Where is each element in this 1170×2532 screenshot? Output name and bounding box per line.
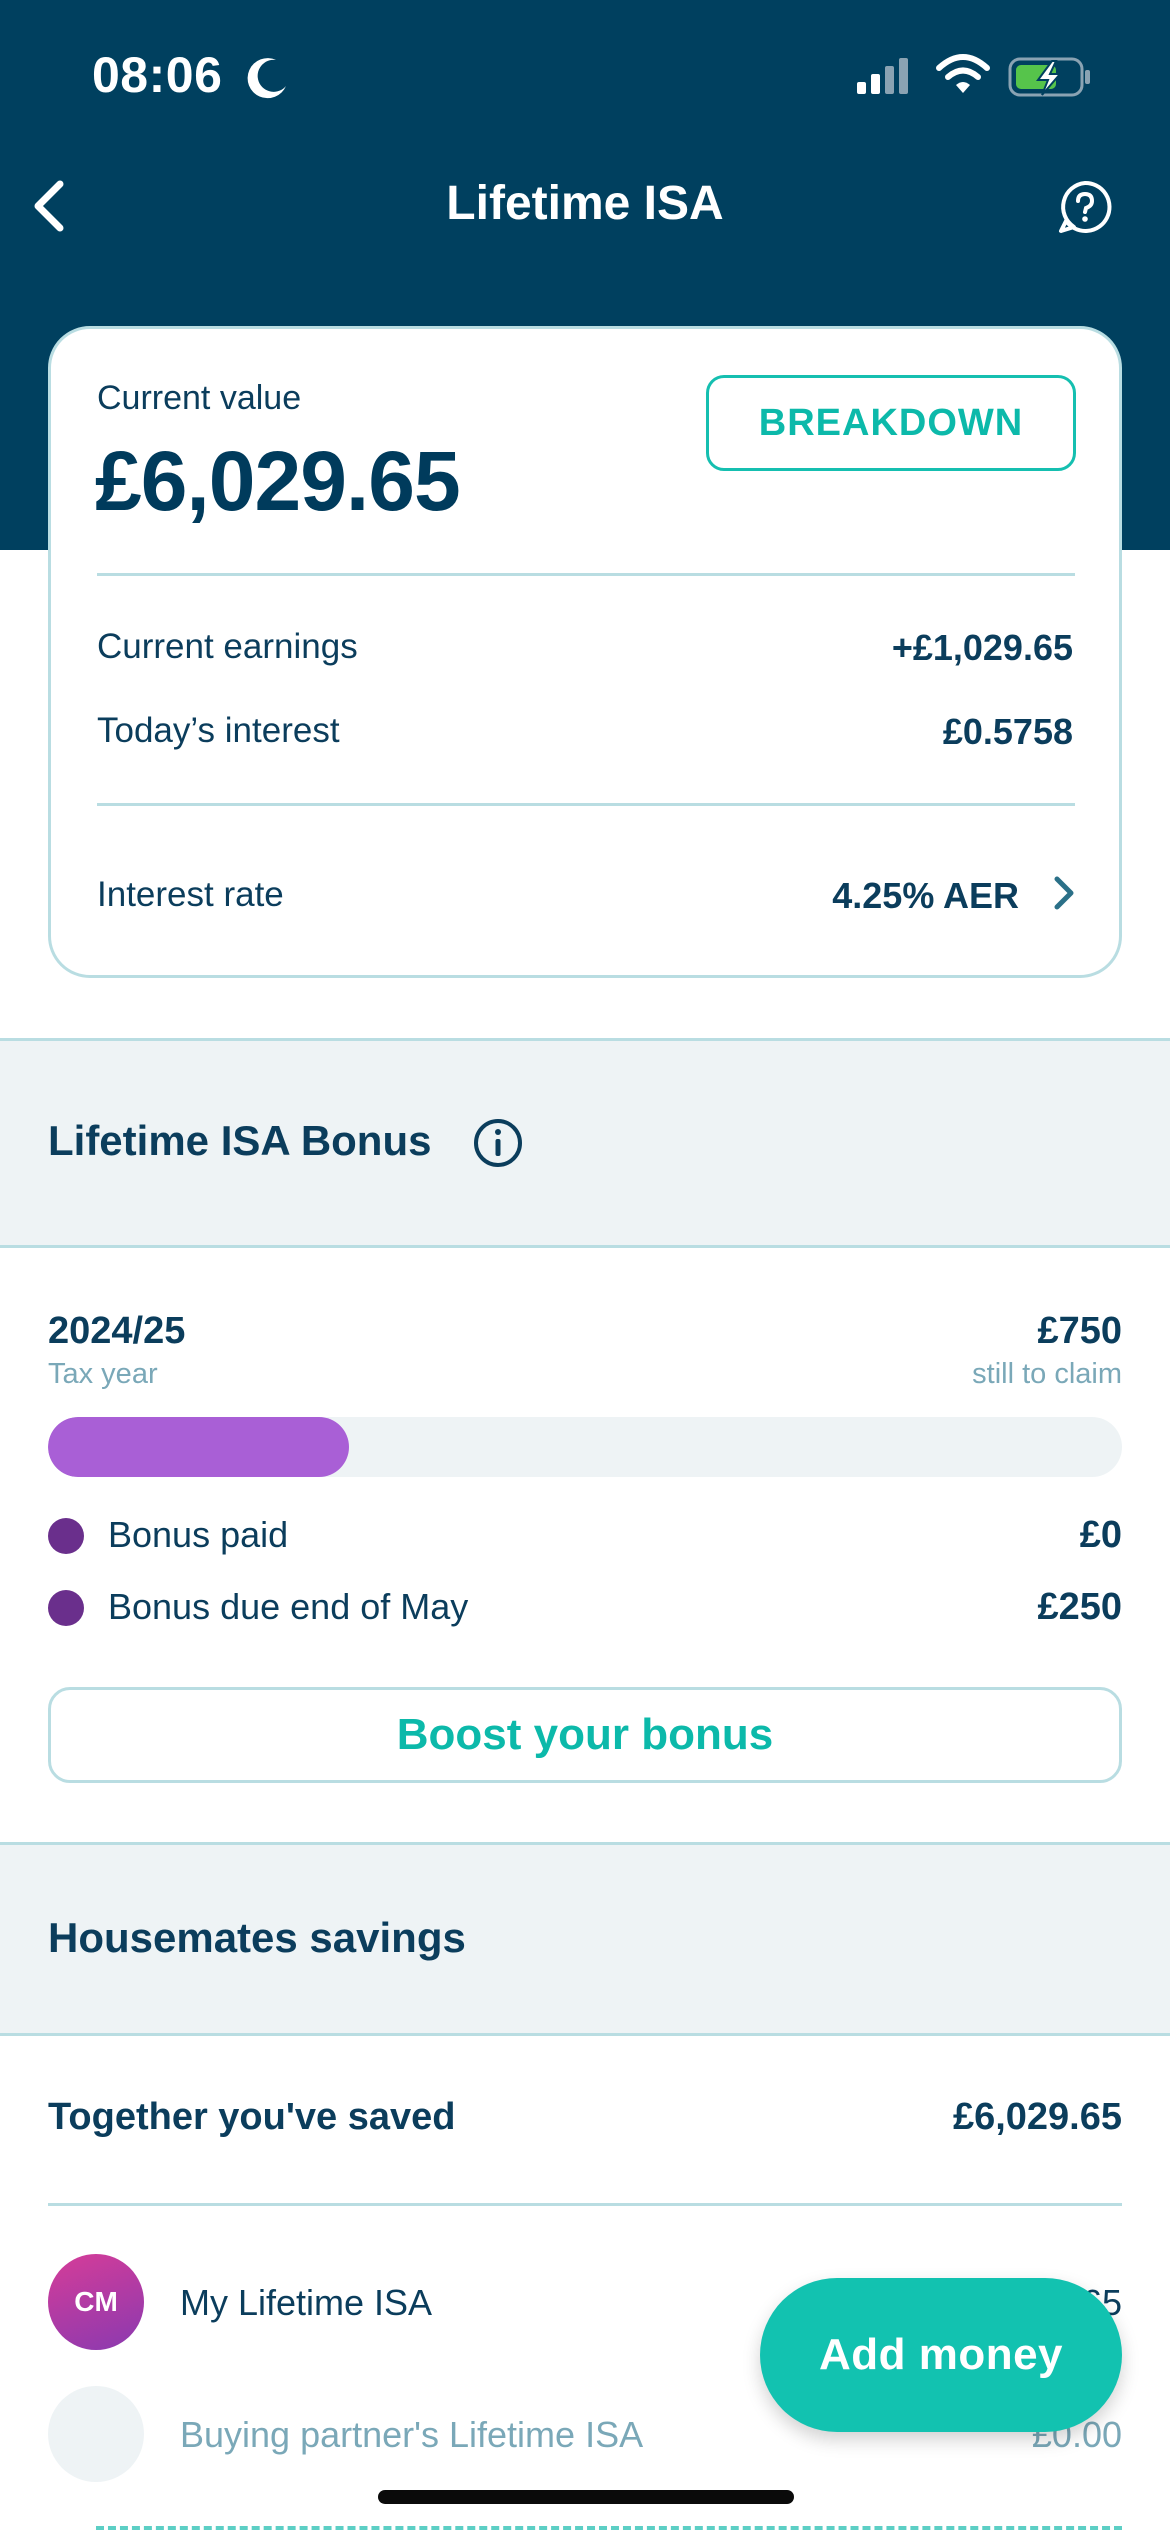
still-to-claim-label: still to claim xyxy=(972,1358,1122,1390)
boost-bonus-button[interactable]: Boost your bonus xyxy=(48,1687,1122,1783)
home-indicator[interactable] xyxy=(378,2490,794,2504)
together-saved-value: £6,029.65 xyxy=(952,2096,1122,2138)
bonus-paid-dot xyxy=(48,1518,84,1554)
battery-charging-icon xyxy=(1008,57,1090,97)
card-divider xyxy=(97,803,1075,806)
status-time: 08:06 xyxy=(92,47,223,103)
tax-year: 2024/25 xyxy=(48,1310,186,1352)
info-icon[interactable] xyxy=(472,1117,524,1169)
cellular-signal-icon xyxy=(857,58,908,94)
together-saved-label: Together you've saved xyxy=(48,2096,456,2138)
bonus-progress-bar xyxy=(48,1417,1122,1477)
still-to-claim-value: £750 xyxy=(1037,1310,1122,1352)
bonus-paid-value: £0 xyxy=(1079,1514,1122,1556)
tax-year-label: Tax year xyxy=(48,1358,158,1390)
housemates-section-title: Housemates savings xyxy=(48,1914,466,1961)
card-divider xyxy=(97,573,1075,576)
moon-icon xyxy=(247,58,286,99)
interest-rate-label: Interest rate xyxy=(97,875,284,914)
help-icon[interactable] xyxy=(1058,180,1112,234)
bonus-due-value: £250 xyxy=(1037,1586,1122,1628)
wifi-icon xyxy=(936,54,990,93)
my-lifetime-isa-label[interactable]: My Lifetime ISA xyxy=(180,2282,432,2324)
dashed-divider xyxy=(96,2526,1122,2530)
avatar: CM xyxy=(48,2254,144,2350)
breakdown-button[interactable]: BREAKDOWN xyxy=(706,375,1076,471)
housemates-divider xyxy=(48,2203,1122,2206)
bonus-progress-fill xyxy=(48,1417,349,1477)
page-title: Lifetime ISA xyxy=(446,177,724,230)
current-earnings-value: +£1,029.65 xyxy=(891,627,1073,668)
partner-lifetime-isa-label[interactable]: Buying partner's Lifetime ISA xyxy=(180,2414,643,2456)
current-earnings-label: Current earnings xyxy=(97,627,358,666)
current-value-card: Current value £6,029.65 BREAKDOWN Curren… xyxy=(48,326,1122,978)
avatar-placeholder xyxy=(48,2386,144,2482)
bonus-section-title: Lifetime ISA Bonus xyxy=(48,1117,432,1164)
bonus-due-dot xyxy=(48,1590,84,1626)
status-bar: 08:06 xyxy=(0,0,1170,150)
chevron-right-icon[interactable] xyxy=(1049,871,1079,915)
bonus-due-label: Bonus due end of May xyxy=(108,1586,469,1627)
current-value-amount: £6,029.65 xyxy=(95,434,461,528)
interest-rate-value[interactable]: 4.25% AER xyxy=(832,875,1019,917)
bonus-paid-label: Bonus paid xyxy=(108,1514,289,1555)
add-money-button[interactable]: Add money xyxy=(760,2278,1122,2432)
todays-interest-value: £0.5758 xyxy=(942,711,1073,752)
todays-interest-label: Today’s interest xyxy=(97,711,340,750)
current-value-label: Current value xyxy=(97,379,302,417)
